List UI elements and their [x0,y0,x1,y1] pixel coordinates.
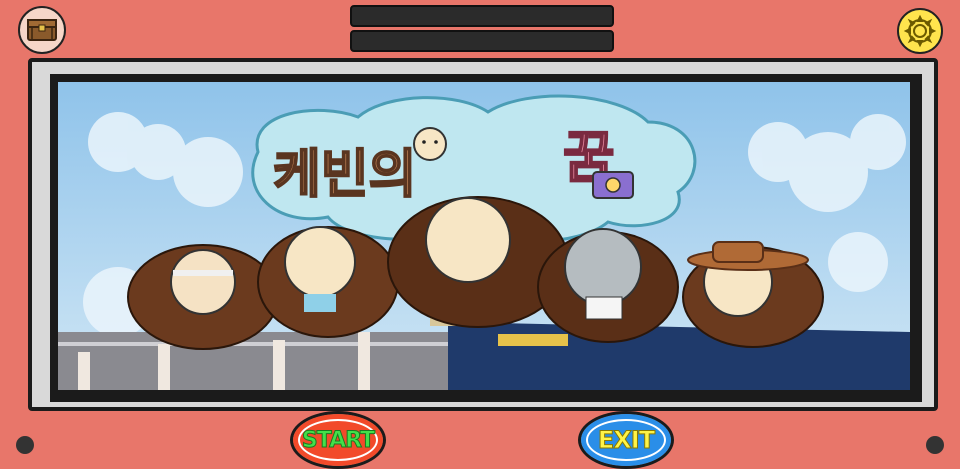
hedgehog-straw-hat [682,241,824,348]
game-frame: 케빈의 꿈 START EXIT [0,0,960,469]
hedgehog-center [387,196,569,328]
settings-button[interactable] [897,8,943,54]
hedgehog-bandana [257,226,399,338]
start-button[interactable]: START [290,411,386,469]
exit-button-label: EXIT [597,426,655,455]
ground-building [58,332,458,390]
gear-icon [903,14,937,48]
treasure-chest-icon [27,19,57,41]
top-status-bar [350,5,614,27]
inventory-button[interactable] [18,6,66,54]
hedgehog-headband [127,244,279,350]
camera-icon [592,171,634,199]
tv-screen-frame: 케빈의 꿈 [28,58,938,411]
exit-button[interactable]: EXIT [578,411,674,469]
second-status-bar [350,30,614,52]
title-scene: 케빈의 꿈 [58,82,910,390]
right-bolt [926,436,944,454]
left-bolt [16,436,34,454]
title-main-text: 케빈의 [273,145,417,205]
dog-face-icon [413,127,447,161]
start-button-label: START [301,427,375,453]
tv-screen: 케빈의 꿈 [50,74,922,402]
